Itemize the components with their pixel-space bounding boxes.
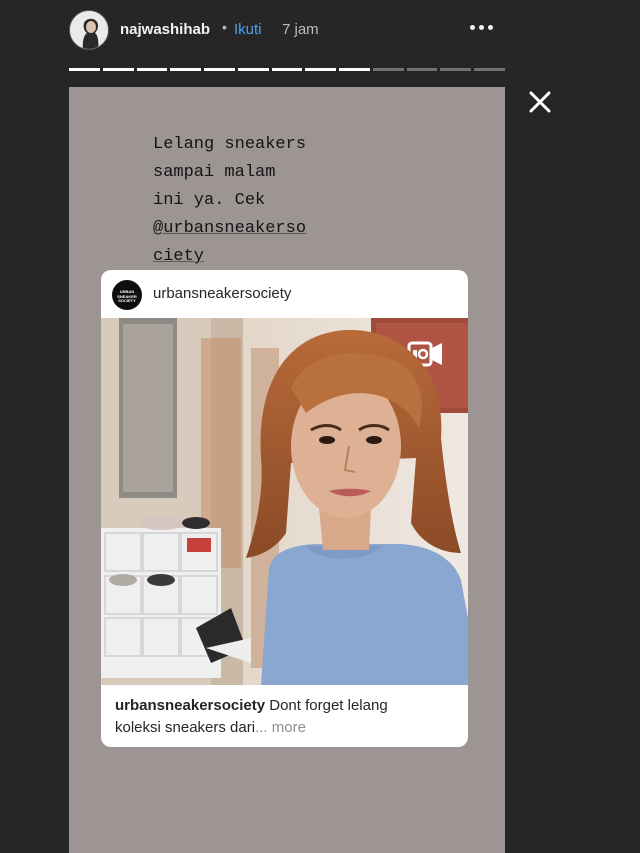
progress-segment xyxy=(204,68,235,71)
progress-segment xyxy=(69,68,100,71)
caption-mention[interactable]: ciety xyxy=(153,247,204,266)
avatar[interactable] xyxy=(69,10,109,50)
progress-segment xyxy=(237,68,269,71)
story-header: najwashihab • Ikuti 7 jam xyxy=(0,0,640,66)
close-icon[interactable] xyxy=(526,88,554,116)
more-options-icon[interactable] xyxy=(466,17,496,37)
caption-mention[interactable]: @urbansneakerso xyxy=(153,219,306,238)
story-progress-bar xyxy=(69,68,505,71)
post-avatar-logo[interactable]: URBAN SNEAKER SOCIETY xyxy=(112,280,142,310)
caption-line: Lelang sneakers xyxy=(153,135,307,154)
post-username[interactable]: urbansneakersociety xyxy=(153,285,291,302)
shared-post-card[interactable]: URBAN SNEAKER SOCIETY urbansneakersociet… xyxy=(101,270,468,747)
progress-segment xyxy=(474,68,505,71)
post-caption-text: Dont forget lelang xyxy=(265,697,388,714)
progress-segment xyxy=(372,68,404,71)
username[interactable]: najwashihab xyxy=(120,21,210,38)
follow-button[interactable]: Ikuti xyxy=(234,21,262,38)
progress-segment xyxy=(406,68,438,71)
progress-segment xyxy=(271,68,303,71)
timestamp: 7 jam xyxy=(282,21,319,38)
progress-segment xyxy=(440,68,472,71)
separator-dot: • xyxy=(222,19,227,35)
progress-segment xyxy=(170,68,202,71)
post-photo xyxy=(101,318,468,685)
story-caption: Lelang sneakers sampai malam ini ya. Cek… xyxy=(153,131,343,271)
post-caption: urbansneakersociety Dont forget lelang k… xyxy=(115,695,460,739)
progress-segment xyxy=(339,68,370,71)
post-header: URBAN SNEAKER SOCIETY urbansneakersociet… xyxy=(101,270,468,318)
post-caption-username[interactable]: urbansneakersociety xyxy=(115,697,265,714)
post-caption-text: koleksi sneakers dari xyxy=(115,719,256,736)
caption-line: ini ya. Cek xyxy=(153,191,266,210)
progress-segment xyxy=(305,68,337,71)
caption-line: sampai malam xyxy=(153,163,276,182)
progress-segment xyxy=(136,68,168,71)
story-content[interactable]: Lelang sneakers sampai malam ini ya. Cek… xyxy=(69,87,505,853)
more-link[interactable]: ... more xyxy=(255,719,306,736)
progress-segment xyxy=(102,68,134,71)
